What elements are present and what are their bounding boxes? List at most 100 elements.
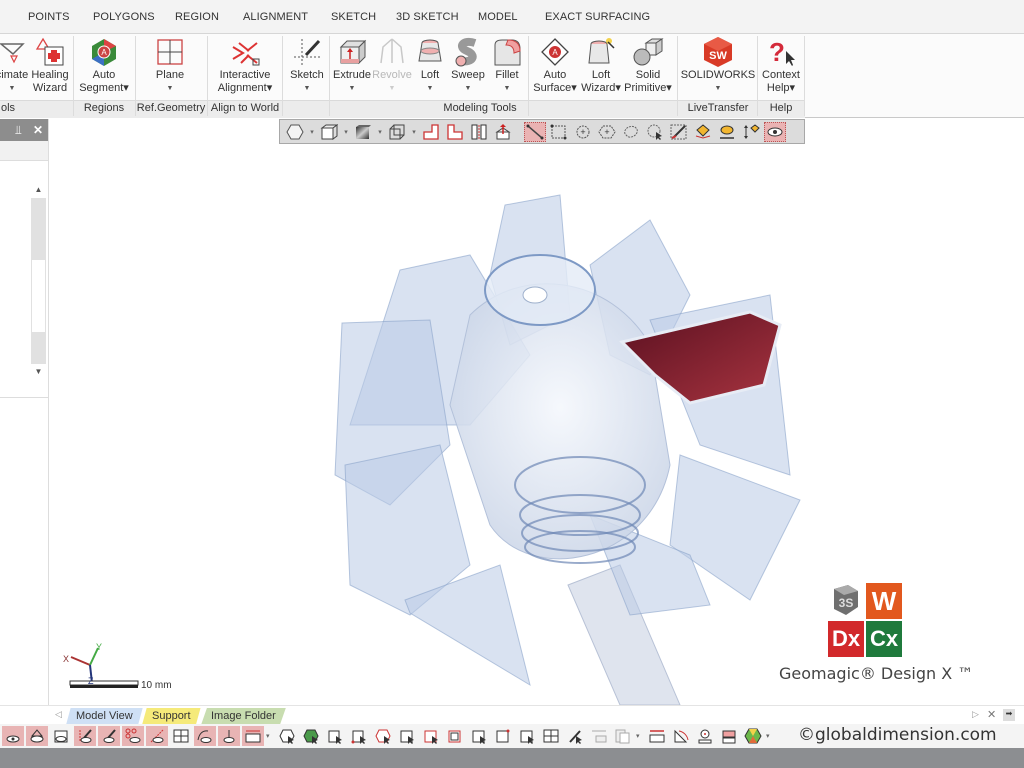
dropdown-arrow-icon[interactable]: ▾ [376, 128, 384, 136]
tab-polygons[interactable]: POLYGONS [93, 11, 155, 23]
select-solid-icon[interactable] [468, 726, 490, 746]
scrollbar[interactable]: ▲ ▼ [31, 182, 46, 380]
dropdown-arrow-icon[interactable]: ▾ [636, 732, 644, 740]
visible-only-icon[interactable] [764, 121, 786, 142]
line-select-icon[interactable] [524, 121, 546, 142]
tab-points[interactable]: POINTS [28, 11, 70, 23]
select-vertex-icon[interactable] [324, 726, 346, 746]
select-body-edge-icon[interactable] [420, 726, 442, 746]
select-body-icon[interactable] [444, 726, 466, 746]
revolve-button[interactable]: Revolve ▼ [372, 36, 412, 98]
dropdown-arrow-icon[interactable]: ▾ [266, 732, 274, 740]
show-3d-sketch-icon[interactable] [98, 726, 120, 746]
tab-sketch[interactable]: SKETCH [331, 11, 376, 23]
tab-region[interactable]: REGION [175, 11, 219, 23]
select-face-icon[interactable] [276, 726, 298, 746]
normal-up-icon[interactable] [492, 122, 514, 142]
scrollbar-thumb[interactable] [32, 260, 45, 332]
group-label-help: Help [769, 102, 793, 114]
chevron-down-icon: ▼ [388, 85, 396, 92]
show-coordinates-icon[interactable] [218, 726, 240, 746]
auto-surface-button[interactable]: A Auto Surface▾ [532, 36, 578, 98]
rect-select-icon[interactable] [548, 122, 570, 142]
show-curves-icon[interactable] [194, 726, 216, 746]
group-label-tools: ols [0, 102, 16, 114]
tab-scroll-right-icon[interactable]: ▷ [972, 709, 979, 720]
loft-button[interactable]: Loft ▼ [412, 36, 448, 98]
svg-text:+: + [580, 127, 585, 137]
scroll-down-icon[interactable]: ▼ [31, 364, 46, 380]
tab-image-folder[interactable]: Image Folder [201, 708, 286, 725]
side-view-icon[interactable] [444, 122, 466, 142]
freeform-select-icon[interactable] [644, 122, 666, 142]
render-mode-icon[interactable] [284, 122, 306, 142]
lasso-select-icon[interactable] [620, 122, 642, 142]
measure-section-icon[interactable] [718, 726, 740, 746]
solidworks-livetransfer-button[interactable]: SW SOLIDWORKS ▼ [680, 36, 756, 98]
plane-button[interactable]: Plane ▼ [145, 36, 195, 98]
pin-icon[interactable]: ⫫ [15, 123, 22, 138]
tab-model[interactable]: MODEL [478, 11, 518, 23]
fillet-button[interactable]: Fillet ▼ [488, 36, 526, 98]
show-points-icon[interactable] [122, 726, 144, 746]
extrude-button[interactable]: Extrude ▼ [332, 36, 372, 98]
wireframe-box-icon[interactable] [386, 122, 408, 142]
dropdown-arrow-icon[interactable]: ▾ [766, 732, 774, 740]
show-dimensions-icon[interactable] [242, 726, 264, 746]
tab-model-view[interactable]: Model View [66, 708, 143, 725]
filter-icon[interactable] [612, 726, 634, 746]
select-sketch-icon[interactable] [516, 726, 538, 746]
front-view-icon[interactable] [420, 122, 442, 142]
sweep-button[interactable]: Sweep ▼ [448, 36, 488, 98]
shading-icon[interactable] [352, 122, 374, 142]
interactive-alignment-button[interactable]: Interactive Alignment▾ [212, 36, 278, 98]
show-eye-icon[interactable] [2, 726, 24, 746]
select-dimension-icon[interactable] [588, 726, 610, 746]
tab-support[interactable]: Support [142, 708, 201, 725]
measure-angle-icon[interactable] [670, 726, 692, 746]
dropdown-arrow-icon[interactable]: ▾ [410, 128, 418, 136]
show-body-icon[interactable] [50, 726, 72, 746]
select-body-face-icon[interactable] [396, 726, 418, 746]
fill-select-icon[interactable] [692, 122, 714, 142]
split-view-icon[interactable] [468, 122, 490, 142]
select-edge-icon[interactable] [348, 726, 370, 746]
close-icon[interactable]: ✕ [33, 123, 43, 137]
deviation-color-icon[interactable] [742, 726, 764, 746]
select-grid-icon[interactable] [540, 726, 562, 746]
context-help-button[interactable]: ? Context Help▾ [760, 36, 802, 98]
tab-exact-surfacing[interactable]: EXACT SURFACING [545, 11, 650, 23]
3d-viewport[interactable]: X Y Z 10 mm 3S W Dx Cx Geomagic® Design … [50, 145, 1024, 705]
dropdown-arrow-icon[interactable]: ▾ [308, 128, 316, 136]
fill-visible-icon[interactable] [716, 122, 738, 142]
show-ref-lines-icon[interactable] [146, 726, 168, 746]
show-mesh-icon[interactable] [26, 726, 48, 746]
svg-text:SW: SW [709, 50, 727, 62]
pin-window-icon[interactable]: ➡ [1003, 709, 1015, 721]
polygon-select-icon[interactable]: + [596, 122, 618, 142]
show-ref-planes-icon[interactable] [170, 726, 192, 746]
show-sketch-icon[interactable] [74, 726, 96, 746]
select-loop-icon[interactable] [372, 726, 394, 746]
healing-wizard-button[interactable]: Healing Wizard [30, 36, 70, 98]
scroll-up-icon[interactable]: ▲ [31, 182, 46, 198]
dropdown-arrow-icon[interactable]: ▾ [342, 128, 350, 136]
auto-segment-button[interactable]: A Auto Segment▾ [76, 36, 132, 98]
sketch-button[interactable]: Sketch ▼ [287, 36, 327, 98]
decimate-button[interactable]: cimate▼ [0, 36, 32, 98]
measure-distance-icon[interactable] [646, 726, 668, 746]
tab-scroll-left-icon[interactable]: ◁ [55, 709, 62, 720]
tab-3d-sketch[interactable]: 3D SKETCH [396, 11, 459, 23]
measure-radius-icon[interactable] [694, 726, 716, 746]
view-box-icon[interactable] [318, 122, 340, 142]
loft-wizard-button[interactable]: Loft Wizard▾ [578, 36, 624, 98]
circle-select-icon[interactable]: + [572, 122, 594, 142]
extend-select-icon[interactable] [740, 122, 762, 142]
select-surface-icon[interactable] [492, 726, 514, 746]
select-draft-icon[interactable] [564, 726, 586, 746]
close-icon[interactable]: ✕ [987, 708, 996, 721]
select-region-icon[interactable] [300, 726, 322, 746]
solid-primitive-button[interactable]: Solid Primitive▾ [624, 36, 672, 98]
tab-alignment[interactable]: ALIGNMENT [243, 11, 308, 23]
paint-brush-icon[interactable] [668, 122, 690, 142]
